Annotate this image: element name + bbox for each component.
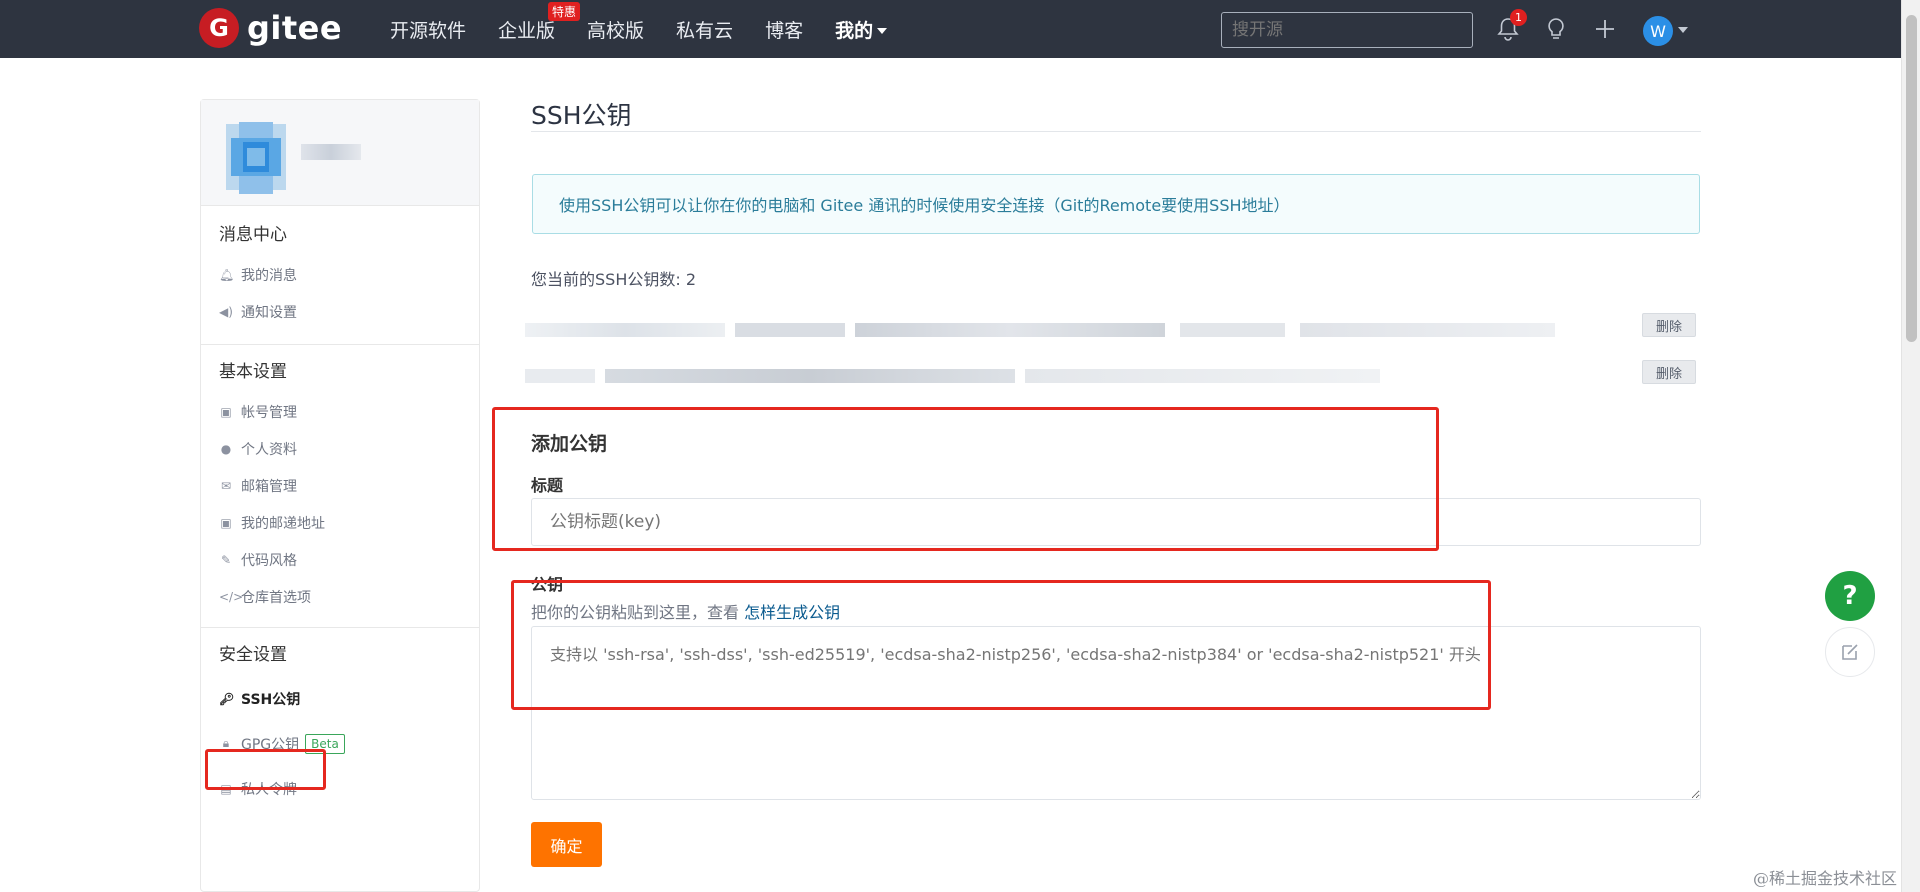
scrollbar-thumb[interactable] <box>1906 15 1917 342</box>
page-scrollbar[interactable] <box>1901 0 1920 892</box>
plus-icon[interactable] <box>1590 14 1620 44</box>
watermark: @稀土掘金技术社区 <box>1753 869 1898 888</box>
blurred-key-text <box>1300 323 1555 337</box>
info-alert: 使用SSH公钥可以让你在你的电脑和 Gitee 通讯的时候使用安全连接（Git的… <box>532 174 1700 234</box>
sidebar-item-label: 代码风格 <box>241 552 297 569</box>
blurred-key-text <box>1025 369 1380 383</box>
blurred-key-text <box>1180 323 1285 337</box>
title-divider <box>531 131 1701 132</box>
ssh-key-row <box>525 321 1565 339</box>
sidebar-item-account[interactable]: ▣ 帐号管理 <box>201 393 479 430</box>
sidebar-item-label: 邮箱管理 <box>241 478 297 495</box>
blurred-key-text <box>855 323 1165 337</box>
chevron-down-icon <box>877 28 888 34</box>
key-title-input[interactable] <box>531 498 1701 546</box>
sidebar-item-ssh-keys[interactable]: 🔑︎ SSH公钥 <box>201 676 479 721</box>
title-field-label: 标题 <box>531 476 564 495</box>
sidebar-item-label: 仓库首选项 <box>241 589 311 606</box>
help-float-button[interactable]: ? <box>1825 571 1875 621</box>
sidebar-item-private-tokens[interactable]: ▤ 私人令牌 <box>201 766 479 811</box>
token-icon: ▤ <box>220 781 232 796</box>
blurred-key-text <box>525 369 595 383</box>
search-input[interactable] <box>1221 12 1473 48</box>
key-field-label: 公钥 <box>531 575 564 594</box>
sidebar-group-messages: 消息中心 🔔︎ 我的消息 ◀) 通知设置 <box>201 206 479 330</box>
info-alert-text: 使用SSH公钥可以让你在你的电脑和 Gitee 通讯的时候使用安全连接（Git的… <box>559 196 1290 215</box>
sidebar-item-label: 我的消息 <box>241 267 297 284</box>
profile-avatar[interactable] <box>211 112 301 202</box>
delete-key-button[interactable]: 删除 <box>1642 360 1696 384</box>
key-icon: 🔑︎ <box>219 691 235 706</box>
enterprise-promo-badge: 特惠 <box>548 1 581 21</box>
gitee-logo[interactable]: G gitee <box>199 8 342 48</box>
nav-mine-label: 我的 <box>835 19 874 42</box>
blurred-key-text <box>525 323 725 337</box>
speaker-icon: ◀) <box>219 304 233 319</box>
lock-icon: 🔒︎ <box>222 736 230 750</box>
feedback-edit-icon[interactable] <box>1825 627 1875 677</box>
blurred-key-text <box>605 369 1015 383</box>
ssh-key-row <box>525 367 1385 385</box>
blurred-key-text <box>735 323 845 337</box>
sidebar-group-title: 消息中心 <box>219 225 287 245</box>
brush-icon: ✎ <box>220 552 232 567</box>
sidebar-item-label: 帐号管理 <box>241 404 297 421</box>
avatar-chevron-down-icon[interactable] <box>1678 27 1688 33</box>
sidebar-item-repo-preferences[interactable]: </> 仓库首选项 <box>201 578 479 615</box>
notification-count-badge: 1 <box>1510 9 1527 26</box>
user-avatar[interactable]: W <box>1643 16 1673 46</box>
sidebar-item-label: 私人令牌 <box>241 781 297 798</box>
id-card-icon: ▣ <box>220 404 232 419</box>
address-card-icon: ▣ <box>220 515 232 530</box>
sidebar-item-label: 我的邮递地址 <box>241 515 325 532</box>
confirm-button[interactable]: 确定 <box>531 822 602 867</box>
envelope-icon: ✉ <box>220 478 232 493</box>
sidebar-item-label: GPG公钥 <box>241 736 300 753</box>
ssh-key-count: 您当前的SSH公钥数: 2 <box>531 270 697 289</box>
sidebar-group-title: 基本设置 <box>219 362 287 382</box>
top-navbar: G gitee 开源软件 企业版 特惠 高校版 私有云 博客 我的 1 W <box>0 0 1901 58</box>
sidebar-item-my-messages[interactable]: 🔔︎ 我的消息 <box>201 256 479 293</box>
sidebar-group-security: 安全设置 🔑︎ SSH公钥 🔒︎ GPG公钥 Beta ▤ 私人令牌 <box>201 628 479 811</box>
key-help-prefix: 把你的公钥粘贴到这里，查看 <box>531 603 745 622</box>
user-icon: ● <box>220 441 232 456</box>
page-title: SSH公钥 <box>531 101 632 130</box>
public-key-textarea[interactable] <box>531 626 1701 800</box>
sidebar-item-label: SSH公钥 <box>241 691 301 708</box>
add-key-heading: 添加公钥 <box>531 433 608 455</box>
sidebar-item-notification-settings[interactable]: ◀) 通知设置 <box>201 293 479 330</box>
code-icon: </> <box>219 589 244 604</box>
profile-username-blurred <box>301 144 361 160</box>
nav-open-source[interactable]: 开源软件 <box>390 16 466 43</box>
nav-university[interactable]: 高校版 <box>587 16 644 43</box>
sidebar-group-basic: 基本设置 ▣ 帐号管理 ● 个人资料 ✉ 邮箱管理 ▣ 我的邮递地址 ✎ 代码风… <box>201 345 479 615</box>
nav-mine-dropdown[interactable]: 我的 <box>835 16 888 43</box>
sidebar-item-profile[interactable]: ● 个人资料 <box>201 430 479 467</box>
nav-blog[interactable]: 博客 <box>765 16 803 43</box>
sidebar-item-code-style[interactable]: ✎ 代码风格 <box>201 541 479 578</box>
bell-icon: 🔔︎ <box>219 267 235 282</box>
key-help-text: 把你的公钥粘贴到这里，查看 怎样生成公钥 <box>531 599 840 623</box>
sidebar-item-address[interactable]: ▣ 我的邮递地址 <box>201 504 479 541</box>
beta-badge: Beta <box>305 733 345 754</box>
how-to-generate-key-link[interactable]: 怎样生成公钥 <box>744 603 840 622</box>
delete-key-button[interactable]: 删除 <box>1642 313 1696 337</box>
main-nav: 开源软件 企业版 特惠 高校版 私有云 博客 我的 <box>390 0 919 58</box>
sidebar-item-label: 通知设置 <box>241 304 297 321</box>
gitee-logo-text: gitee <box>247 9 343 47</box>
nav-enterprise-label: 企业版 <box>498 19 556 42</box>
nav-private-cloud[interactable]: 私有云 <box>676 16 733 43</box>
lightbulb-icon[interactable] <box>1541 14 1571 44</box>
sidebar-item-label: 个人资料 <box>241 441 297 458</box>
nav-enterprise[interactable]: 企业版 特惠 <box>498 1 581 43</box>
sidebar-item-email[interactable]: ✉ 邮箱管理 <box>201 467 479 504</box>
gitee-logo-icon: G <box>199 8 239 48</box>
profile-header <box>201 100 479 206</box>
sidebar-item-gpg-keys[interactable]: 🔒︎ GPG公钥 Beta <box>201 721 479 766</box>
sidebar-group-title: 安全设置 <box>219 645 287 665</box>
settings-sidebar: 消息中心 🔔︎ 我的消息 ◀) 通知设置 基本设置 ▣ 帐号管理 ● 个人资料 … <box>200 99 480 892</box>
